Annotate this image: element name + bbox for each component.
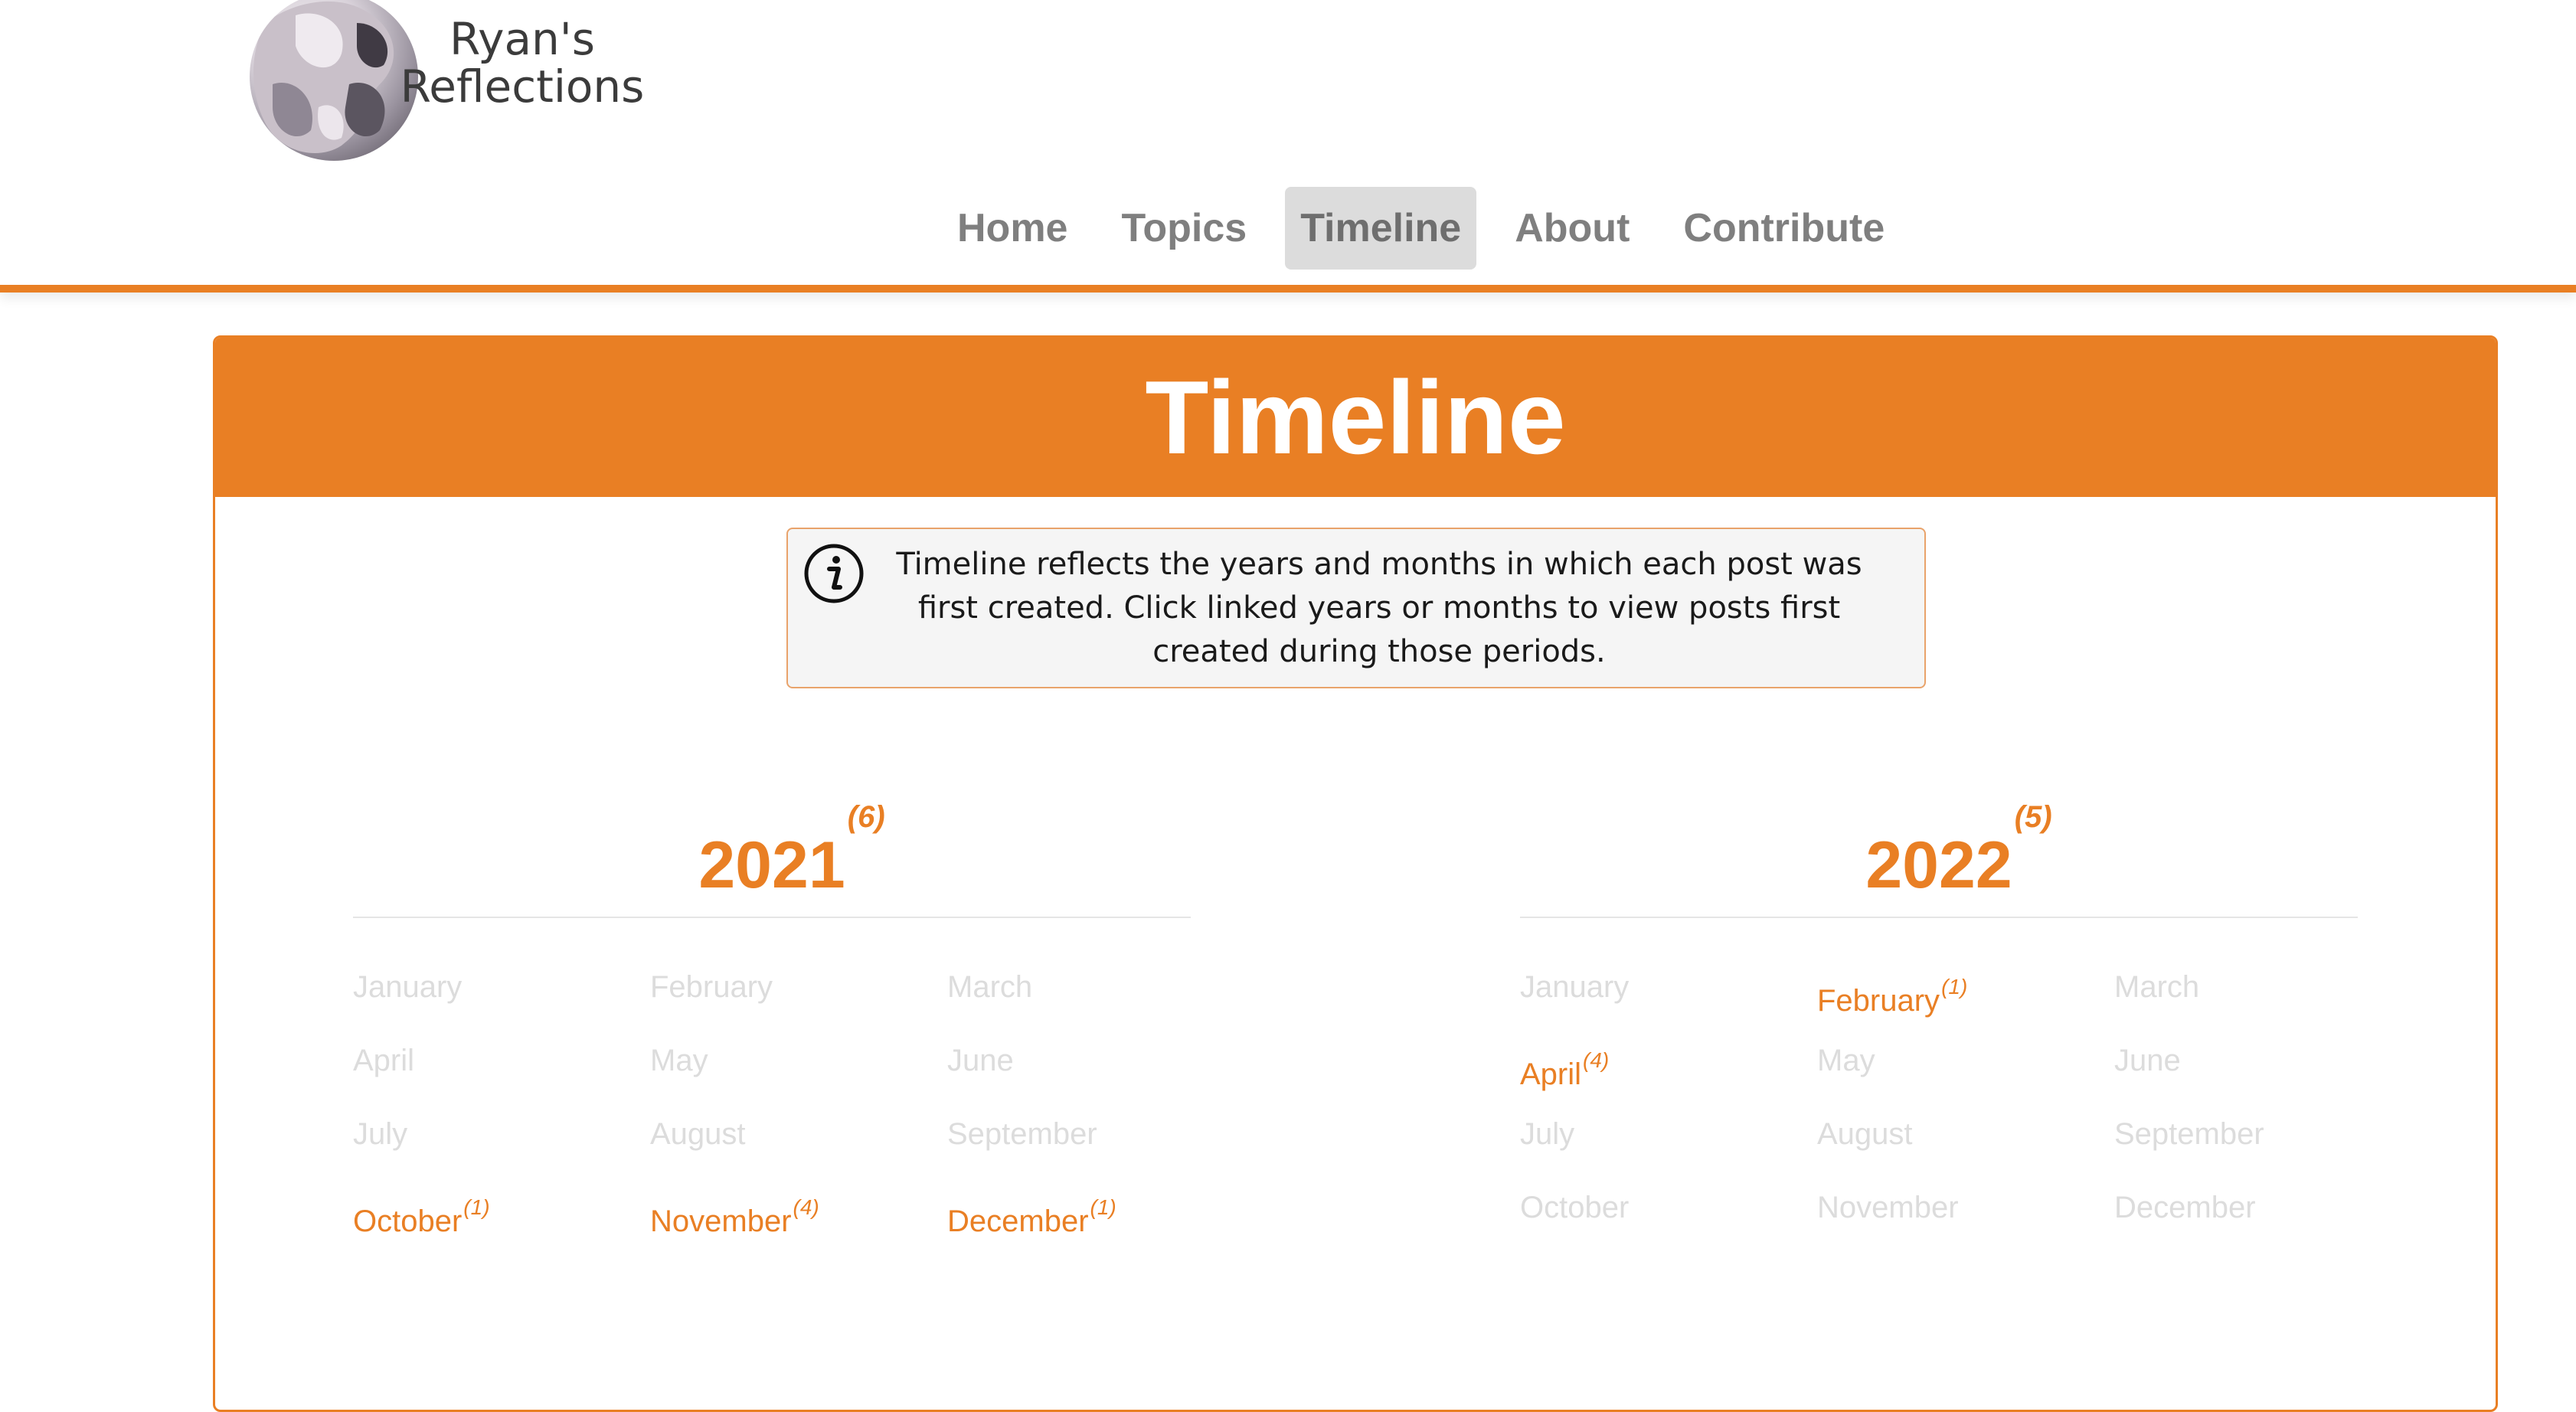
month-october-link[interactable]: October(1) bbox=[353, 1171, 650, 1244]
nav-timeline[interactable]: Timeline bbox=[1285, 187, 1477, 270]
month-july: July bbox=[353, 1117, 408, 1151]
month-april-link[interactable]: April(4) bbox=[1520, 1024, 1817, 1097]
logo-text: Ryan's Reflections bbox=[392, 15, 652, 110]
nav-contribute[interactable]: Contribute bbox=[1668, 187, 1900, 270]
nav-about[interactable]: About bbox=[1499, 187, 1645, 270]
main-nav: Home Topics Timeline About Contribute bbox=[942, 187, 1923, 270]
year-link[interactable]: 2021 (6) bbox=[698, 800, 884, 904]
month-september: September bbox=[2114, 1117, 2264, 1151]
month-may: May bbox=[650, 1044, 708, 1077]
month-april: April bbox=[353, 1044, 415, 1077]
month-august: August bbox=[650, 1117, 746, 1151]
month-count: (1) bbox=[1090, 1195, 1116, 1219]
month-grid: January February March April May June Ju… bbox=[353, 950, 1191, 1244]
month-count: (4) bbox=[1583, 1048, 1610, 1072]
month-june: June bbox=[2114, 1044, 2181, 1077]
month-june: June bbox=[947, 1044, 1014, 1077]
timeline-card: Timeline Timeline reflects the years and… bbox=[213, 335, 2498, 1412]
year-block-2021: 2021 (6) January February March April Ma… bbox=[353, 766, 1191, 1244]
month-march: March bbox=[947, 970, 1033, 1004]
site-header: Ryan's Reflections Home Topics Timeline … bbox=[0, 0, 2576, 293]
month-december: December bbox=[2114, 1191, 2256, 1224]
month-february-link[interactable]: February(1) bbox=[1817, 950, 2114, 1024]
month-august: August bbox=[1817, 1117, 1913, 1151]
month-january: January bbox=[1520, 970, 1630, 1004]
nav-home[interactable]: Home bbox=[942, 187, 1083, 270]
month-november: November bbox=[1817, 1191, 1959, 1224]
page-title: Timeline bbox=[215, 338, 2496, 497]
info-box: Timeline reflects the years and months i… bbox=[786, 528, 1926, 688]
month-count: (4) bbox=[793, 1195, 819, 1219]
year-block-2022: 2022 (5) January February(1) March April… bbox=[1520, 766, 2358, 1244]
info-text: Timeline reflects the years and months i… bbox=[896, 547, 1862, 669]
site-logo[interactable]: Ryan's Reflections bbox=[250, 0, 655, 168]
logo-line-1: Ryan's bbox=[449, 13, 595, 65]
month-december-link[interactable]: December(1) bbox=[947, 1171, 1191, 1244]
month-grid: January February(1) March April(4) May J… bbox=[1520, 950, 2358, 1244]
month-october: October bbox=[1520, 1191, 1630, 1224]
month-may: May bbox=[1817, 1044, 1875, 1077]
month-february: February bbox=[650, 970, 773, 1004]
year-heading: 2021 (6) bbox=[353, 766, 1191, 918]
month-count: (1) bbox=[1941, 975, 1968, 999]
info-circle-icon bbox=[803, 543, 865, 604]
month-count: (1) bbox=[463, 1195, 490, 1219]
month-september: September bbox=[947, 1117, 1097, 1151]
year-label: 2022 bbox=[1865, 829, 2012, 902]
year-heading: 2022 (5) bbox=[1520, 766, 2358, 918]
year-count: (5) bbox=[2014, 800, 2052, 834]
year-divider bbox=[1520, 917, 2358, 918]
month-march: March bbox=[2114, 970, 2200, 1004]
month-november-link[interactable]: November(4) bbox=[650, 1171, 947, 1244]
year-count: (6) bbox=[847, 800, 885, 834]
year-label: 2021 bbox=[698, 829, 845, 902]
month-july: July bbox=[1520, 1117, 1575, 1151]
nav-topics[interactable]: Topics bbox=[1106, 187, 1262, 270]
month-january: January bbox=[353, 970, 463, 1004]
year-divider bbox=[353, 917, 1191, 918]
logo-line-2: Reflections bbox=[400, 60, 645, 113]
year-link[interactable]: 2022 (5) bbox=[1865, 800, 2051, 904]
